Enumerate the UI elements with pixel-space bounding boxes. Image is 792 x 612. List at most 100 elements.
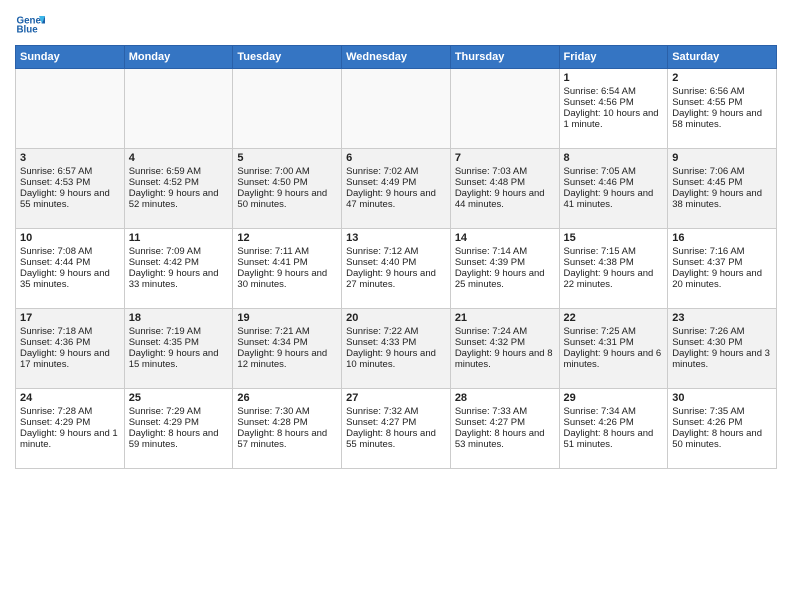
day-number: 14 — [455, 232, 555, 244]
calendar-week-row: 17Sunrise: 7:18 AMSunset: 4:36 PMDayligh… — [16, 309, 777, 389]
calendar-cell: 6Sunrise: 7:02 AMSunset: 4:49 PMDaylight… — [342, 149, 451, 229]
day-info: Daylight: 9 hours and 33 minutes. — [129, 268, 229, 290]
calendar-cell: 28Sunrise: 7:33 AMSunset: 4:27 PMDayligh… — [450, 389, 559, 469]
day-number: 19 — [237, 312, 337, 324]
day-number: 29 — [564, 392, 664, 404]
day-info: Sunset: 4:26 PM — [564, 417, 664, 428]
day-number: 8 — [564, 152, 664, 164]
calendar-cell: 13Sunrise: 7:12 AMSunset: 4:40 PMDayligh… — [342, 229, 451, 309]
day-info: Sunset: 4:46 PM — [564, 177, 664, 188]
weekday-header: Friday — [559, 46, 668, 69]
day-info: Daylight: 9 hours and 58 minutes. — [672, 108, 772, 130]
day-info: Sunset: 4:33 PM — [346, 337, 446, 348]
calendar-cell — [233, 69, 342, 149]
calendar-week-row: 10Sunrise: 7:08 AMSunset: 4:44 PMDayligh… — [16, 229, 777, 309]
calendar-cell: 30Sunrise: 7:35 AMSunset: 4:26 PMDayligh… — [668, 389, 777, 469]
day-info: Sunrise: 7:30 AM — [237, 406, 337, 417]
day-info: Sunrise: 7:21 AM — [237, 326, 337, 337]
day-info: Daylight: 8 hours and 55 minutes. — [346, 428, 446, 450]
calendar-cell: 18Sunrise: 7:19 AMSunset: 4:35 PMDayligh… — [124, 309, 233, 389]
day-number: 6 — [346, 152, 446, 164]
day-number: 3 — [20, 152, 120, 164]
calendar-cell: 26Sunrise: 7:30 AMSunset: 4:28 PMDayligh… — [233, 389, 342, 469]
day-info: Daylight: 9 hours and 47 minutes. — [346, 188, 446, 210]
day-info: Sunset: 4:29 PM — [129, 417, 229, 428]
calendar-cell: 14Sunrise: 7:14 AMSunset: 4:39 PMDayligh… — [450, 229, 559, 309]
day-info: Sunset: 4:36 PM — [20, 337, 120, 348]
calendar-cell: 22Sunrise: 7:25 AMSunset: 4:31 PMDayligh… — [559, 309, 668, 389]
day-info: Sunset: 4:27 PM — [455, 417, 555, 428]
calendar-cell: 17Sunrise: 7:18 AMSunset: 4:36 PMDayligh… — [16, 309, 125, 389]
day-info: Sunrise: 7:06 AM — [672, 166, 772, 177]
day-info: Sunrise: 7:09 AM — [129, 246, 229, 257]
day-info: Daylight: 9 hours and 27 minutes. — [346, 268, 446, 290]
day-info: Daylight: 8 hours and 50 minutes. — [672, 428, 772, 450]
svg-text:Blue: Blue — [17, 25, 39, 36]
calendar-cell: 10Sunrise: 7:08 AMSunset: 4:44 PMDayligh… — [16, 229, 125, 309]
day-info: Sunrise: 6:57 AM — [20, 166, 120, 177]
calendar-cell: 12Sunrise: 7:11 AMSunset: 4:41 PMDayligh… — [233, 229, 342, 309]
day-info: Sunset: 4:50 PM — [237, 177, 337, 188]
day-info: Sunrise: 7:33 AM — [455, 406, 555, 417]
day-info: Sunrise: 7:00 AM — [237, 166, 337, 177]
day-info: Daylight: 9 hours and 25 minutes. — [455, 268, 555, 290]
day-info: Daylight: 9 hours and 20 minutes. — [672, 268, 772, 290]
day-info: Daylight: 8 hours and 59 minutes. — [129, 428, 229, 450]
day-number: 23 — [672, 312, 772, 324]
calendar-table: SundayMondayTuesdayWednesdayThursdayFrid… — [15, 45, 777, 469]
day-info: Daylight: 9 hours and 44 minutes. — [455, 188, 555, 210]
day-info: Daylight: 9 hours and 6 minutes. — [564, 348, 664, 370]
day-number: 30 — [672, 392, 772, 404]
day-info: Daylight: 9 hours and 1 minute. — [20, 428, 120, 450]
day-info: Sunrise: 7:15 AM — [564, 246, 664, 257]
calendar-cell: 9Sunrise: 7:06 AMSunset: 4:45 PMDaylight… — [668, 149, 777, 229]
logo-icon: General Blue — [15, 10, 45, 40]
day-info: Daylight: 9 hours and 15 minutes. — [129, 348, 229, 370]
day-number: 1 — [564, 72, 664, 84]
day-info: Sunrise: 7:34 AM — [564, 406, 664, 417]
day-number: 24 — [20, 392, 120, 404]
weekday-header: Saturday — [668, 46, 777, 69]
day-info: Sunrise: 7:22 AM — [346, 326, 446, 337]
day-info: Sunset: 4:27 PM — [346, 417, 446, 428]
day-number: 11 — [129, 232, 229, 244]
weekday-header: Sunday — [16, 46, 125, 69]
calendar-cell — [124, 69, 233, 149]
day-number: 21 — [455, 312, 555, 324]
day-number: 4 — [129, 152, 229, 164]
calendar-cell: 21Sunrise: 7:24 AMSunset: 4:32 PMDayligh… — [450, 309, 559, 389]
day-number: 26 — [237, 392, 337, 404]
day-info: Daylight: 8 hours and 57 minutes. — [237, 428, 337, 450]
day-info: Daylight: 9 hours and 10 minutes. — [346, 348, 446, 370]
day-info: Daylight: 9 hours and 41 minutes. — [564, 188, 664, 210]
calendar-cell: 23Sunrise: 7:26 AMSunset: 4:30 PMDayligh… — [668, 309, 777, 389]
calendar-cell: 1Sunrise: 6:54 AMSunset: 4:56 PMDaylight… — [559, 69, 668, 149]
calendar-cell: 8Sunrise: 7:05 AMSunset: 4:46 PMDaylight… — [559, 149, 668, 229]
day-info: Sunrise: 6:54 AM — [564, 86, 664, 97]
day-info: Sunset: 4:34 PM — [237, 337, 337, 348]
day-info: Sunrise: 7:18 AM — [20, 326, 120, 337]
day-info: Sunset: 4:49 PM — [346, 177, 446, 188]
calendar-cell — [16, 69, 125, 149]
day-info: Sunrise: 7:12 AM — [346, 246, 446, 257]
weekday-header: Wednesday — [342, 46, 451, 69]
day-info: Sunrise: 7:25 AM — [564, 326, 664, 337]
calendar-cell: 20Sunrise: 7:22 AMSunset: 4:33 PMDayligh… — [342, 309, 451, 389]
calendar-cell — [450, 69, 559, 149]
calendar-cell: 7Sunrise: 7:03 AMSunset: 4:48 PMDaylight… — [450, 149, 559, 229]
day-info: Sunset: 4:56 PM — [564, 97, 664, 108]
day-number: 9 — [672, 152, 772, 164]
calendar-cell — [342, 69, 451, 149]
day-number: 12 — [237, 232, 337, 244]
day-info: Sunrise: 7:28 AM — [20, 406, 120, 417]
day-info: Sunset: 4:42 PM — [129, 257, 229, 268]
day-info: Sunrise: 7:35 AM — [672, 406, 772, 417]
day-info: Daylight: 9 hours and 50 minutes. — [237, 188, 337, 210]
day-number: 10 — [20, 232, 120, 244]
day-number: 22 — [564, 312, 664, 324]
day-info: Sunset: 4:30 PM — [672, 337, 772, 348]
calendar-cell: 19Sunrise: 7:21 AMSunset: 4:34 PMDayligh… — [233, 309, 342, 389]
day-info: Sunset: 4:55 PM — [672, 97, 772, 108]
day-info: Sunrise: 7:03 AM — [455, 166, 555, 177]
day-info: Sunset: 4:39 PM — [455, 257, 555, 268]
